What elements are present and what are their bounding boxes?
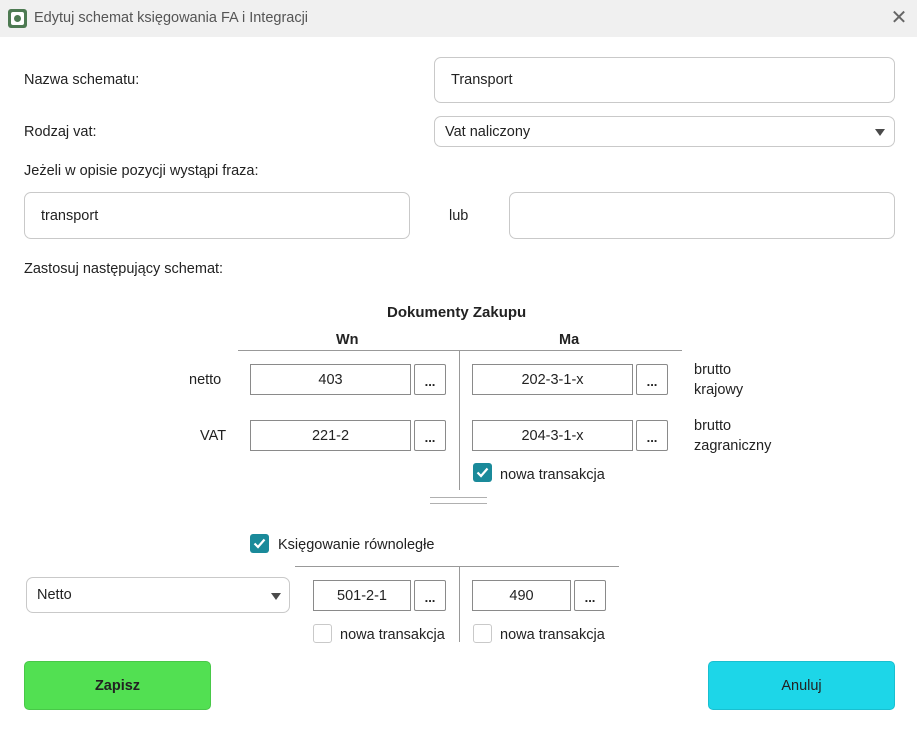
parallel-wn-new-transaction-label: nowa transakcja bbox=[340, 627, 445, 643]
schema-header: Dokumenty Zakupu bbox=[387, 304, 527, 321]
splitter-handle-line-1[interactable] bbox=[430, 497, 487, 498]
vat-wn-browse-button[interactable]: ... bbox=[414, 420, 446, 451]
parallel-divider-horizontal bbox=[295, 566, 619, 567]
parallel-wn-account[interactable]: 501-2-1 bbox=[313, 580, 411, 611]
new-transaction-label: nowa transakcja bbox=[500, 467, 605, 483]
parallel-posting-label: Księgowanie równoległe bbox=[278, 537, 435, 553]
app-logo-icon bbox=[8, 9, 27, 28]
vat-type-value: Vat naliczony bbox=[445, 123, 531, 140]
column-ma-header: Ma bbox=[559, 332, 580, 348]
row-vat-label: VAT bbox=[200, 428, 227, 444]
parallel-ma-new-transaction-checkbox[interactable] bbox=[473, 624, 492, 643]
phrase-label: Jeżeli w opisie pozycji wystąpi fraza: bbox=[24, 163, 259, 179]
schema-divider-vertical bbox=[459, 350, 460, 490]
parallel-basis-select[interactable]: Netto bbox=[26, 577, 290, 613]
scheme-name-input[interactable]: Transport bbox=[434, 57, 895, 103]
parallel-posting-checkbox[interactable] bbox=[250, 534, 269, 553]
chevron-down-icon bbox=[271, 593, 281, 600]
row1-right-label-line2: krajowy bbox=[694, 382, 744, 398]
parallel-wn-browse-button[interactable]: ... bbox=[414, 580, 446, 611]
phrase-input-1[interactable]: transport bbox=[24, 192, 410, 239]
column-wn-header: Wn bbox=[336, 332, 359, 348]
splitter-handle-line-2[interactable] bbox=[430, 503, 487, 504]
cancel-button[interactable]: Anuluj bbox=[708, 661, 895, 710]
row2-right-label-line2: zagraniczny bbox=[694, 438, 772, 454]
scheme-name-label: Nazwa schematu: bbox=[24, 72, 140, 88]
phrase-input-2[interactable] bbox=[509, 192, 895, 239]
row2-right-label-line1: brutto bbox=[694, 418, 732, 434]
or-label: lub bbox=[449, 208, 469, 224]
parallel-wn-new-transaction-checkbox[interactable] bbox=[313, 624, 332, 643]
schema-divider-horizontal bbox=[238, 350, 682, 351]
save-button[interactable]: Zapisz bbox=[24, 661, 211, 710]
new-transaction-checkbox[interactable] bbox=[473, 463, 492, 482]
row-netto-label: netto bbox=[189, 372, 222, 388]
netto-wn-browse-button[interactable]: ... bbox=[414, 364, 446, 395]
netto-wn-account[interactable]: 403 bbox=[250, 364, 411, 395]
vat-ma-browse-button[interactable]: ... bbox=[636, 420, 668, 451]
parallel-ma-browse-button[interactable]: ... bbox=[574, 580, 606, 611]
apply-scheme-label: Zastosuj następujący schemat: bbox=[24, 261, 224, 277]
row1-right-label-line1: brutto bbox=[694, 362, 732, 378]
vat-type-label: Rodzaj vat: bbox=[24, 124, 97, 140]
parallel-ma-account[interactable]: 490 bbox=[472, 580, 571, 611]
parallel-ma-new-transaction-label: nowa transakcja bbox=[500, 627, 605, 643]
parallel-basis-value: Netto bbox=[37, 587, 72, 603]
vat-ma-account[interactable]: 204-3-1-x bbox=[472, 420, 633, 451]
netto-ma-browse-button[interactable]: ... bbox=[636, 364, 668, 395]
netto-ma-account[interactable]: 202-3-1-x bbox=[472, 364, 633, 395]
vat-type-select[interactable]: Vat naliczony bbox=[434, 116, 895, 147]
parallel-divider-vertical bbox=[459, 566, 460, 642]
close-icon[interactable]: ✕ bbox=[889, 8, 909, 28]
chevron-down-icon bbox=[875, 129, 885, 136]
window-title: Edytuj schemat księgowania FA i Integrac… bbox=[34, 10, 309, 26]
vat-wn-account[interactable]: 221-2 bbox=[250, 420, 411, 451]
